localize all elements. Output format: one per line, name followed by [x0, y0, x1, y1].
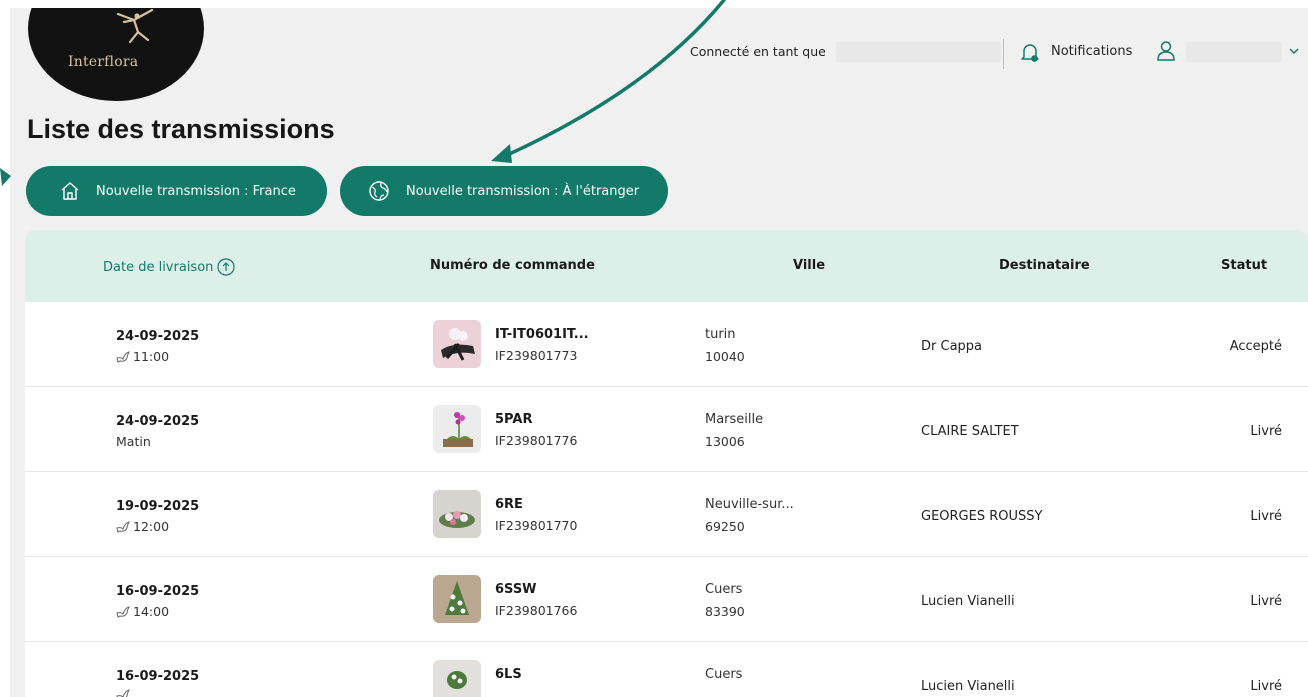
delivery-time-text: Matin: [116, 434, 151, 449]
status-header: Statut: [1221, 258, 1268, 273]
order-reference: IF239801776: [495, 433, 578, 448]
delivery-date: 16-09-2025: [116, 584, 200, 599]
app-window: Interflora Connecté en tant que Notifica…: [10, 8, 1308, 697]
postal-code: 83390: [705, 604, 745, 619]
recipient: Lucien Vianelli: [921, 594, 1015, 609]
city: Marseille: [705, 412, 764, 427]
postal-code: 13006: [705, 434, 745, 449]
status: Livré: [1250, 509, 1282, 524]
city: turin: [705, 327, 736, 342]
dove-icon: [116, 689, 130, 697]
header-divider: [1003, 39, 1004, 69]
order-code: 6RE: [495, 497, 523, 512]
postal-code: 10040: [705, 349, 745, 364]
dove-icon: [116, 605, 130, 618]
delivery-time: Matin: [116, 434, 151, 449]
table-row[interactable]: 19-09-2025 12:00 6RE IF239801770 Neuvill…: [25, 472, 1308, 557]
order-code: 5PAR: [495, 412, 533, 427]
connected-as-label: Connecté en tant que: [690, 44, 826, 59]
dove-icon: [116, 520, 130, 533]
city: Cuers: [705, 667, 743, 682]
city: Cuers: [705, 582, 743, 597]
bell-icon[interactable]: [1019, 42, 1041, 64]
recipient: GEORGES ROUSSY: [921, 509, 1043, 524]
user-icon[interactable]: [1156, 40, 1176, 62]
recipient-header: Destinataire: [999, 258, 1090, 273]
user-name-field: [1186, 42, 1282, 62]
product-thumbnail: [433, 320, 481, 368]
status: Livré: [1250, 594, 1282, 609]
page-title: Liste des transmissions: [27, 114, 335, 144]
product-thumbnail: [433, 575, 481, 623]
table-row[interactable]: 16-09-2025 6LS Cuers Lucien Vianelli Liv…: [25, 642, 1308, 697]
sort-arrow-up-icon: [217, 258, 236, 276]
delivery-time: 14:00: [116, 604, 169, 619]
status: Livré: [1250, 679, 1282, 694]
order-code: 6SSW: [495, 582, 537, 597]
delivery-time-text: 11:00: [133, 349, 170, 364]
new-transmission-france-label: Nouvelle transmission : France: [96, 183, 296, 199]
delivery-time: [116, 689, 133, 697]
order-number-header: Numéro de commande: [430, 258, 595, 273]
city: Neuville-sur...: [705, 497, 794, 512]
delivery-time: 12:00: [116, 519, 169, 534]
status: Livré: [1250, 424, 1282, 439]
new-transmission-abroad-button[interactable]: Nouvelle transmission : À l'étranger: [340, 166, 668, 216]
recipient: Dr Cappa: [921, 339, 983, 354]
logo-text: Interflora: [68, 54, 139, 70]
connected-user-field: [836, 42, 1001, 62]
table-header: Date de livraison Numéro de commande Vil…: [25, 230, 1308, 302]
delivery-date: 16-09-2025: [116, 669, 200, 684]
recipient: CLAIRE SALTET: [921, 424, 1019, 439]
delivery-time: 11:00: [116, 349, 169, 364]
logo-mark: Interflora: [54, 8, 184, 70]
status: Accepté: [1229, 339, 1282, 354]
order-reference: IF239801766: [495, 603, 578, 618]
product-thumbnail: [433, 405, 481, 453]
date-header-label: Date de livraison: [103, 259, 214, 275]
dove-icon: [116, 350, 130, 363]
product-thumbnail: [433, 490, 481, 538]
left-margin: [0, 0, 10, 697]
interflora-logo[interactable]: Interflora: [28, 8, 204, 101]
new-transmission-france-button[interactable]: Nouvelle transmission : France: [26, 166, 327, 216]
city-header: Ville: [793, 258, 826, 273]
delivery-time-text: 14:00: [133, 604, 170, 619]
house-icon: [61, 182, 79, 200]
table-row[interactable]: 24-09-2025 Matin 5PAR IF239801776 Marsei…: [25, 387, 1308, 472]
table-row[interactable]: 24-09-2025 11:00 IT-IT0601IT... IF239801…: [25, 302, 1308, 387]
product-thumbnail: [433, 660, 481, 697]
delivery-time-text: 12:00: [133, 519, 170, 534]
order-code: IT-IT0601IT...: [495, 327, 589, 342]
globe-icon: [369, 181, 389, 201]
recipient: Lucien Vianelli: [921, 679, 1015, 694]
sort-date-header[interactable]: Date de livraison: [103, 258, 236, 276]
mercury-logo-icon: [116, 8, 154, 44]
notifications-link[interactable]: Notifications: [1051, 44, 1132, 59]
delivery-date: 24-09-2025: [116, 414, 200, 429]
order-code: 6LS: [495, 667, 522, 682]
new-transmission-abroad-label: Nouvelle transmission : À l'étranger: [406, 183, 640, 199]
table-row[interactable]: 16-09-2025 14:00 6SSW IF239801766 Cuers …: [25, 557, 1308, 642]
chevron-down-icon[interactable]: [1288, 46, 1300, 56]
transmissions-table: Date de livraison Numéro de commande Vil…: [25, 230, 1308, 697]
postal-code: 69250: [705, 519, 745, 534]
delivery-date: 24-09-2025: [116, 329, 200, 344]
order-reference: IF239801773: [495, 348, 578, 363]
delivery-date: 19-09-2025: [116, 499, 200, 514]
order-reference: IF239801770: [495, 518, 578, 533]
